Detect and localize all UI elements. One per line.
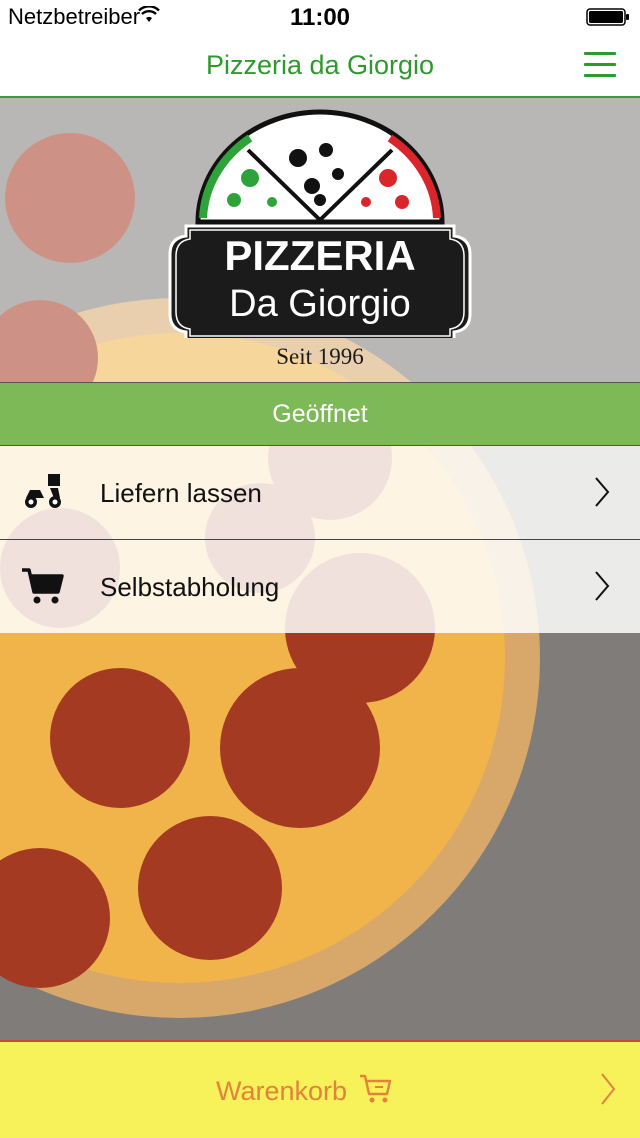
chevron-right-icon (595, 477, 610, 507)
pizza-slice-logo-graphic: PIZZERIA Da Giorgio (168, 109, 472, 342)
open-status-label: Geöffnet (272, 400, 368, 428)
open-status-banner: Geöffnet (0, 382, 640, 446)
cart-icon (360, 1074, 392, 1103)
logo-since: Seit 1996 (276, 344, 364, 369)
delivery-option-label: Liefern lassen (100, 478, 262, 508)
clock: 11:00 (289, 4, 351, 31)
pickup-option-label: Selbstabholung (100, 572, 280, 602)
restaurant-logo: PIZZERIA Da Giorgio Seit 1996 (0, 98, 640, 380)
status-bar: Netzbetreiber 11:00 (0, 0, 640, 32)
nav-bar: Pizzeria da Giorgio (0, 32, 640, 98)
delivery-option[interactable]: Liefern lassen (0, 446, 640, 540)
logo-line1: PIZZERIA (224, 232, 415, 279)
chevron-right-icon (595, 571, 610, 601)
page-title: Pizzeria da Giorgio (205, 50, 435, 80)
cart-label: Warenkorb (216, 1076, 348, 1106)
hamburger-menu-icon[interactable] (584, 52, 616, 78)
battery-icon (586, 8, 629, 26)
logo-line2: Da Giorgio (229, 283, 411, 325)
shopping-cart-icon (22, 568, 64, 604)
cart-button[interactable]: Warenkorb (0, 1040, 640, 1138)
pickup-option[interactable]: Selbstabholung (0, 540, 640, 633)
delivery-scooter-icon (25, 474, 61, 508)
chevron-right-icon (601, 1073, 616, 1105)
